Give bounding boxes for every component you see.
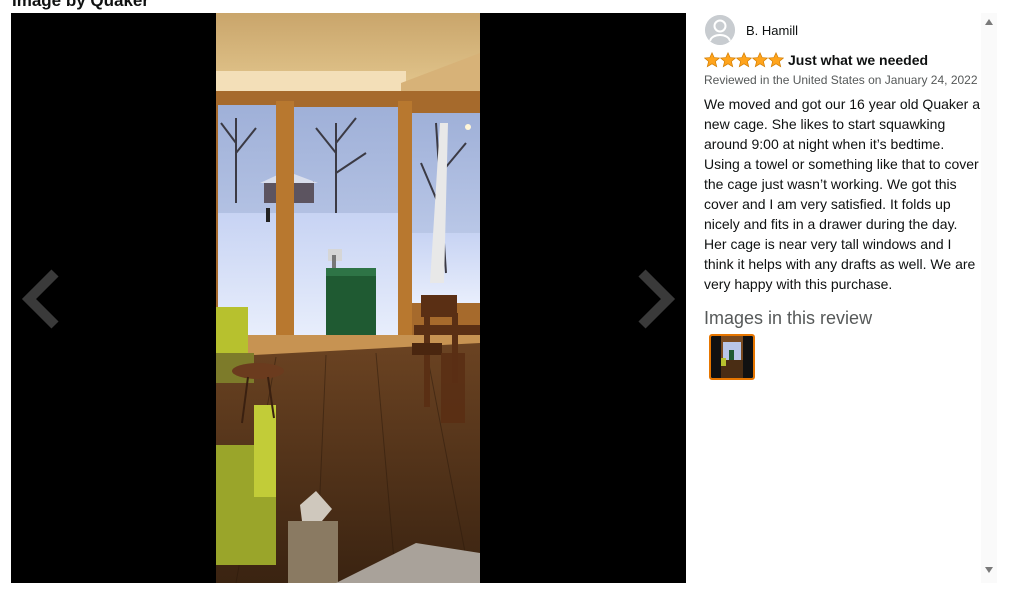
scroll-up-button[interactable] (984, 17, 994, 27)
review-panel-scrollbar[interactable] (981, 13, 997, 583)
rating-row: Just what we needed (704, 52, 928, 68)
previous-image-button[interactable] (21, 269, 65, 329)
avatar[interactable] (705, 15, 735, 45)
star-rating (704, 52, 784, 68)
review-panel: B. Hamill Just what we needed Reviewed i… (696, 13, 981, 583)
chevron-right-icon (638, 269, 676, 329)
scroll-up-arrow-icon (985, 19, 993, 25)
star-icon (752, 52, 768, 68)
scroll-down-button[interactable] (984, 565, 994, 575)
reviewer-profile[interactable]: B. Hamill (705, 15, 798, 45)
reviewer-name[interactable]: B. Hamill (746, 23, 798, 38)
chevron-left-icon (21, 269, 59, 329)
image-viewer (11, 13, 686, 583)
user-avatar-icon (705, 15, 735, 45)
clipped-heading-text: Image by Quaker (12, 0, 150, 10)
scroll-down-arrow-icon (985, 567, 993, 573)
review-photo (216, 13, 480, 583)
star-icon (736, 52, 752, 68)
images-heading: Images in this review (704, 308, 873, 328)
next-image-button[interactable] (632, 269, 676, 329)
star-icon (704, 52, 720, 68)
review-body: We moved and got our 16 year old Quaker … (704, 96, 981, 292)
review-image-thumbnail[interactable] (709, 334, 755, 380)
review-date: Reviewed in the United States on January… (704, 73, 978, 87)
clipped-heading: Image by Quaker (0, 0, 1011, 13)
star-icon (720, 52, 736, 68)
star-icon (768, 52, 784, 68)
review-title[interactable]: Just what we needed (788, 52, 928, 68)
